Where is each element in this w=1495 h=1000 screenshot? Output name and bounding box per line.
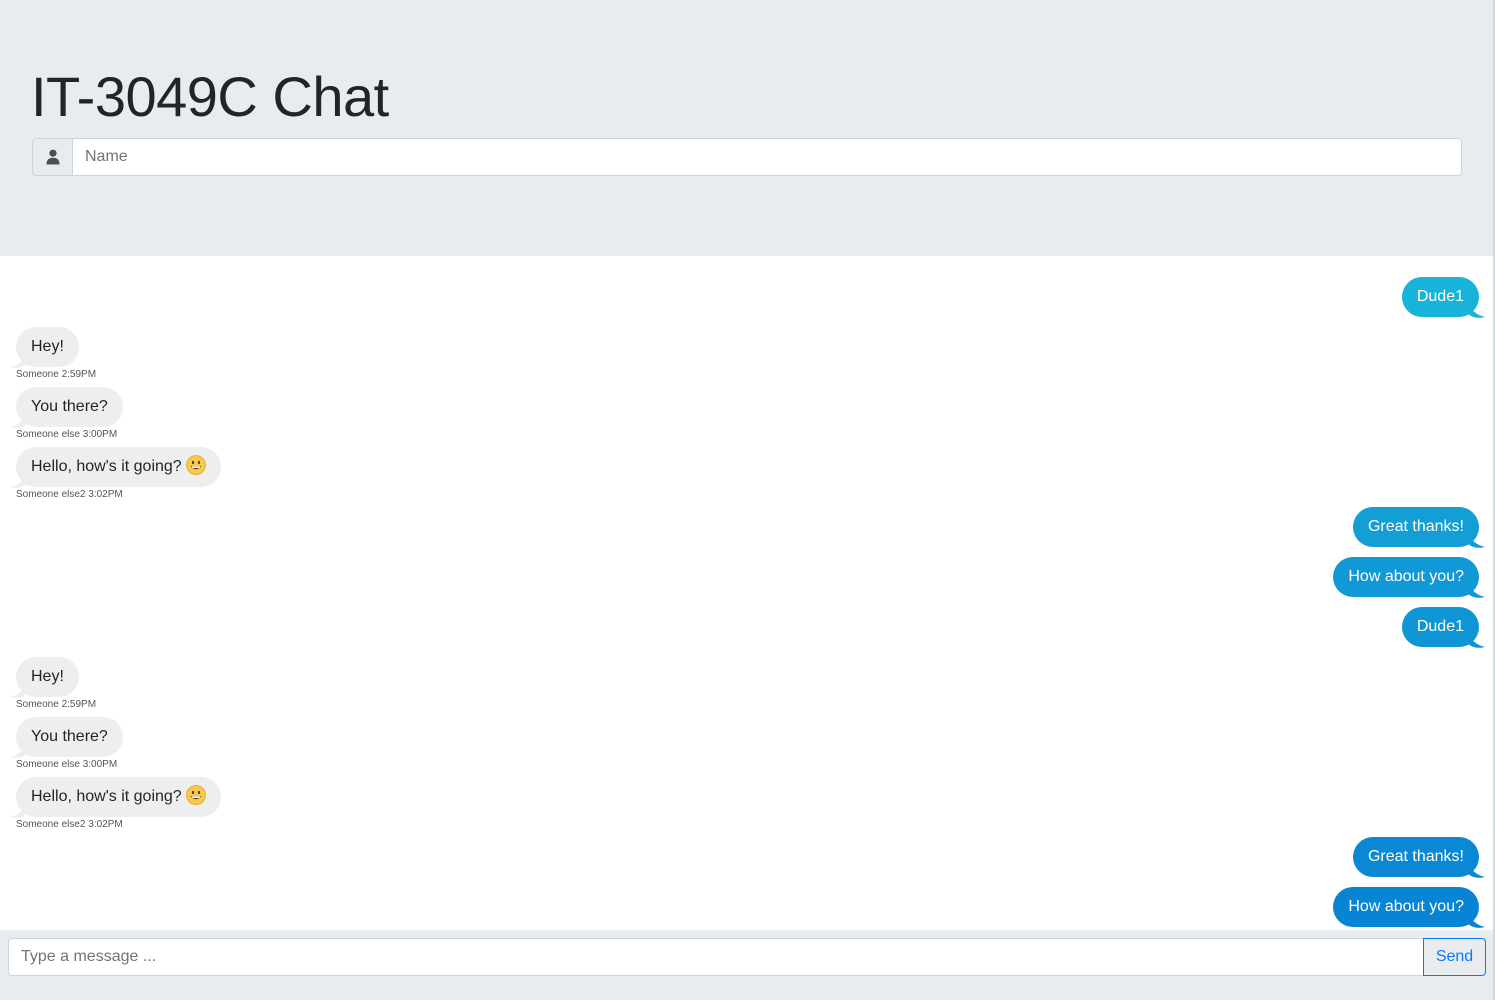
message-text: Hello, how's it going? — [31, 788, 182, 805]
message-bubble: You there? — [16, 387, 123, 427]
message-meta: Someone 2:59PM — [16, 699, 97, 710]
message-text: Hey! — [31, 338, 64, 355]
message-bubble: Dude1 — [1401, 277, 1479, 317]
message-text: Great thanks! — [1367, 518, 1464, 535]
message-text: You there? — [31, 728, 108, 745]
incoming-message: You there? Someone else 3:00PM — [0, 717, 1495, 773]
message-bubble: Great thanks! — [1352, 507, 1479, 547]
message-text: How about you? — [1348, 568, 1464, 585]
outgoing-message: Great thanks! — [0, 507, 1495, 551]
message-meta: Someone else 3:00PM — [16, 759, 118, 770]
message-bubble: Hello, how's it going? — [16, 777, 221, 817]
user-icon — [32, 138, 72, 176]
message-bubble: Dude1 — [1401, 607, 1479, 647]
incoming-message: Hello, how's it going? Someone else2 3:02… — [0, 447, 1495, 503]
message-bubble: How about you? — [1333, 887, 1479, 927]
message-meta: Someone 2:59PM — [16, 369, 97, 380]
name-input-group — [32, 138, 1462, 176]
message-input[interactable] — [8, 938, 1424, 976]
message-bubble: Hello, how's it going? — [16, 447, 221, 487]
page-title: IT-3049C Chat — [31, 65, 389, 128]
outgoing-message: How about you? — [0, 887, 1495, 930]
message-text: How about you? — [1348, 898, 1464, 915]
message-bubble: Great thanks! — [1352, 837, 1479, 877]
chat-messages-area[interactable]: Dude1 Hey! Someone 2:59PM You there? Someone… — [0, 256, 1495, 930]
outgoing-message: How about you? — [0, 557, 1495, 601]
grinning-face-emoji-icon — [185, 785, 206, 805]
message-bubble: Hey! — [16, 327, 79, 367]
send-button[interactable]: Send — [1423, 938, 1486, 976]
message-text: Dude1 — [1416, 288, 1464, 305]
message-bubble: How about you? — [1333, 557, 1479, 597]
incoming-message: Hey! Someone 2:59PM — [0, 327, 1495, 383]
outgoing-message: Dude1 — [0, 277, 1495, 321]
grinning-face-emoji-icon — [185, 455, 206, 475]
header-section: IT-3049C Chat — [0, 0, 1495, 256]
message-meta: Someone else 3:00PM — [16, 429, 118, 440]
message-text: Dude1 — [1416, 618, 1464, 635]
incoming-message: Hello, how's it going? Someone else2 3:02… — [0, 777, 1495, 833]
outgoing-message: Dude1 — [0, 607, 1495, 651]
message-meta: Someone else2 3:02PM — [16, 489, 123, 500]
message-composer: Send — [0, 930, 1495, 1000]
message-text: Hey! — [31, 668, 64, 685]
message-text: Great thanks! — [1367, 848, 1464, 865]
incoming-message: You there? Someone else 3:00PM — [0, 387, 1495, 443]
message-bubble: You there? — [16, 717, 123, 757]
name-input[interactable] — [72, 138, 1462, 176]
message-text: You there? — [31, 398, 108, 415]
message-meta: Someone else2 3:02PM — [16, 819, 123, 830]
message-bubble: Hey! — [16, 657, 79, 697]
message-text: Hello, how's it going? — [31, 458, 182, 475]
incoming-message: Hey! Someone 2:59PM — [0, 657, 1495, 713]
outgoing-message: Great thanks! — [0, 837, 1495, 881]
